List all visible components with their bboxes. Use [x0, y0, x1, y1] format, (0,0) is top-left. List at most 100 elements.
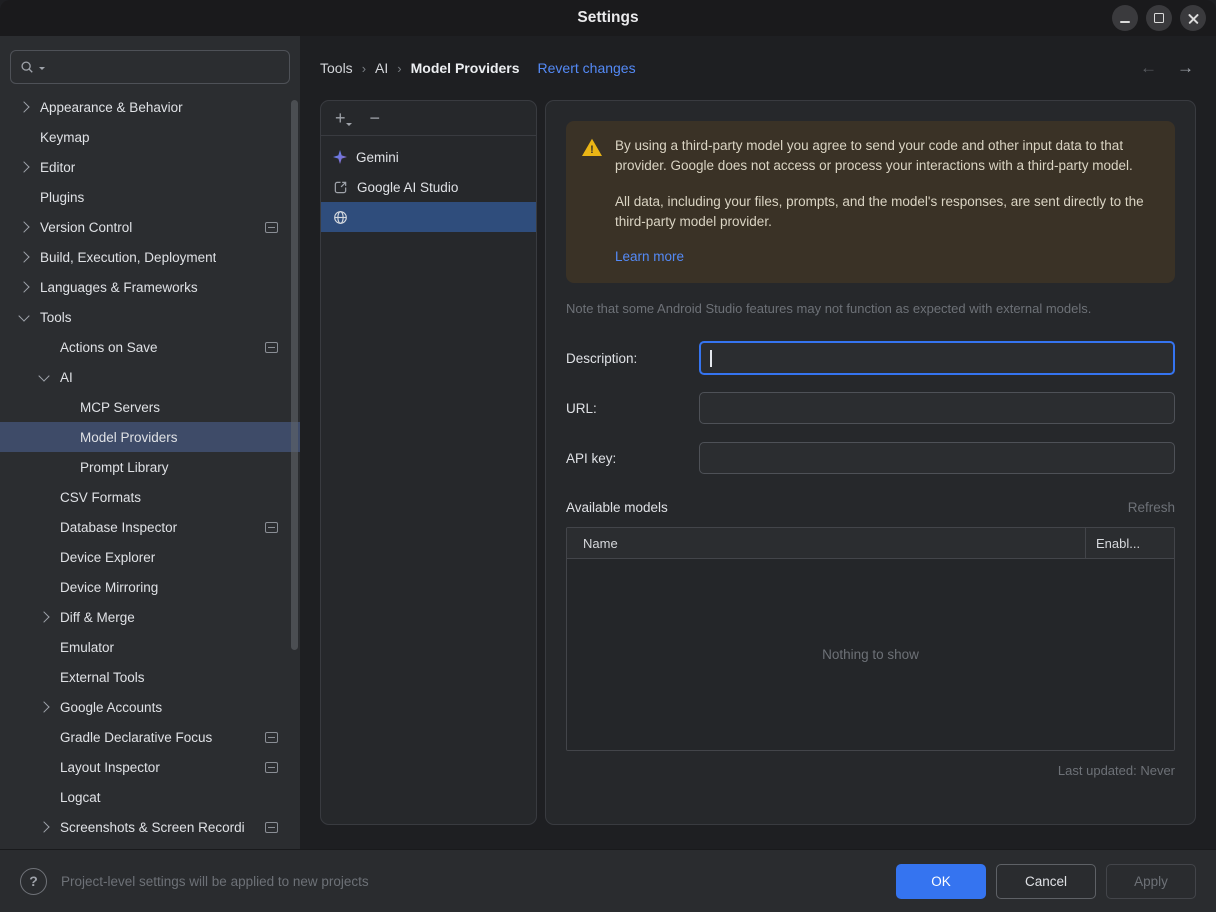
sidebar-item-device-mirroring[interactable]: Device Mirroring — [0, 572, 300, 602]
revert-changes-link[interactable]: Revert changes — [538, 60, 636, 76]
url-input[interactable] — [699, 392, 1175, 424]
sidebar-item-actions-on-save[interactable]: Actions on Save — [0, 332, 300, 362]
sidebar-item-csv-formats[interactable]: CSV Formats — [0, 482, 300, 512]
search-history-chevron-icon — [39, 67, 45, 70]
sidebar-item-device-explorer[interactable]: Device Explorer — [0, 542, 300, 572]
chevron-right-icon — [18, 251, 29, 262]
sidebar-item-model-providers[interactable]: Model Providers — [0, 422, 300, 452]
cancel-button[interactable]: Cancel — [996, 864, 1096, 899]
provider-detail-panel: By using a third-party model you agree t… — [545, 100, 1196, 825]
api-key-row: API key: — [566, 442, 1175, 474]
models-table-empty-state: Nothing to show — [567, 559, 1174, 750]
screen-settings-icon — [265, 822, 278, 833]
dialog-footer: ? Project-level settings will be applied… — [0, 849, 1216, 912]
minimize-button[interactable] — [1112, 5, 1138, 31]
sidebar-item-google-accounts[interactable]: Google Accounts — [0, 692, 300, 722]
window-controls — [1112, 5, 1206, 31]
chevron-down-icon — [18, 310, 29, 321]
screen-settings-icon — [265, 222, 278, 233]
text-caret — [710, 350, 712, 367]
back-icon[interactable]: ← — [1140, 58, 1157, 78]
titlebar: Settings — [0, 0, 1216, 36]
sidebar-item-version-control[interactable]: Version Control — [0, 212, 300, 242]
remove-provider-icon[interactable]: − — [370, 109, 381, 127]
sidebar-scrollbar[interactable] — [291, 100, 298, 650]
providers-toolbar: + − — [321, 101, 536, 136]
globe-icon — [333, 210, 348, 225]
content-area: + − Gemini Google AI Studio — [320, 100, 1196, 849]
settings-search-box[interactable] — [10, 50, 290, 84]
sidebar-item-diff-merge[interactable]: Diff & Merge — [0, 602, 300, 632]
breadcrumb-ai[interactable]: AI — [375, 60, 388, 76]
chevron-right-icon — [38, 821, 49, 832]
sidebar-item-tools[interactable]: Tools — [0, 302, 300, 332]
sidebar-item-languages-frameworks[interactable]: Languages & Frameworks — [0, 272, 300, 302]
search-icon — [20, 60, 34, 74]
sidebar-item-editor[interactable]: Editor — [0, 152, 300, 182]
api-key-label: API key: — [566, 451, 699, 466]
apply-button[interactable]: Apply — [1106, 864, 1196, 899]
last-updated-label: Last updated: Never — [566, 763, 1175, 778]
sidebar-item-screenshots-screen-recording[interactable]: Screenshots & Screen Recordi — [0, 812, 300, 842]
breadcrumb-separator-icon: › — [397, 61, 401, 76]
screen-settings-icon — [265, 342, 278, 353]
settings-search-input[interactable] — [50, 59, 280, 76]
maximize-button[interactable] — [1146, 5, 1172, 31]
breadcrumb-tools[interactable]: Tools — [320, 60, 353, 76]
sidebar-item-build-execution-deployment[interactable]: Build, Execution, Deployment — [0, 242, 300, 272]
maximize-icon — [1154, 13, 1164, 23]
sidebar-item-appearance-behavior[interactable]: Appearance & Behavior — [0, 92, 300, 122]
sidebar-item-gradle-declarative-focus[interactable]: Gradle Declarative Focus — [0, 722, 300, 752]
warning-paragraph-2: All data, including your files, prompts,… — [615, 192, 1159, 233]
chevron-right-icon — [18, 101, 29, 112]
models-table: Name Enabl... Nothing to show — [566, 527, 1175, 751]
sidebar-item-layout-inspector[interactable]: Layout Inspector — [0, 752, 300, 782]
forward-icon[interactable]: → — [1177, 58, 1194, 78]
ok-button[interactable]: OK — [896, 864, 986, 899]
history-nav: ← → — [1140, 58, 1196, 78]
warning-icon — [582, 138, 602, 156]
settings-tree: Appearance & Behavior Keymap Editor Plug… — [0, 84, 300, 849]
settings-sidebar: Appearance & Behavior Keymap Editor Plug… — [0, 36, 300, 849]
breadcrumb-separator-icon: › — [362, 61, 366, 76]
external-models-note: Note that some Android Studio features m… — [566, 301, 1175, 316]
description-row: Description: — [566, 342, 1175, 374]
sidebar-item-ai[interactable]: AI — [0, 362, 300, 392]
screen-settings-icon — [265, 762, 278, 773]
sidebar-item-mcp-servers[interactable]: MCP Servers — [0, 392, 300, 422]
url-row: URL: — [566, 392, 1175, 424]
column-header-name[interactable]: Name — [567, 528, 1085, 558]
chevron-right-icon — [38, 611, 49, 622]
close-button[interactable] — [1180, 5, 1206, 31]
warning-text: By using a third-party model you agree t… — [615, 136, 1159, 267]
add-provider-icon[interactable]: + — [335, 109, 346, 127]
sidebar-item-plugins[interactable]: Plugins — [0, 182, 300, 212]
main-area: Tools › AI › Model Providers Revert chan… — [300, 36, 1216, 849]
column-header-enabled[interactable]: Enabl... — [1085, 528, 1174, 558]
screen-settings-icon — [265, 522, 278, 533]
screen-settings-icon — [265, 732, 278, 743]
ai-studio-icon — [333, 180, 348, 195]
settings-window: Settings Appearance & Behavior Keymap Ed… — [0, 0, 1216, 912]
url-label: URL: — [566, 401, 699, 416]
api-key-input[interactable] — [699, 442, 1175, 474]
sidebar-item-external-tools[interactable]: External Tools — [0, 662, 300, 692]
chevron-down-icon — [38, 370, 49, 381]
sidebar-item-emulator[interactable]: Emulator — [0, 632, 300, 662]
window-title: Settings — [577, 9, 638, 27]
sidebar-item-database-inspector[interactable]: Database Inspector — [0, 512, 300, 542]
available-models-header: Available models Refresh — [566, 500, 1175, 515]
learn-more-link[interactable]: Learn more — [615, 247, 684, 267]
sidebar-item-keymap[interactable]: Keymap — [0, 122, 300, 152]
refresh-button[interactable]: Refresh — [1128, 500, 1175, 515]
project-level-note: Project-level settings will be applied t… — [61, 874, 369, 889]
provider-item-google-ai-studio[interactable]: Google AI Studio — [321, 172, 536, 202]
third-party-warning-banner: By using a third-party model you agree t… — [566, 121, 1175, 283]
provider-item-gemini[interactable]: Gemini — [321, 142, 536, 172]
close-icon — [1188, 13, 1199, 24]
sidebar-item-logcat[interactable]: Logcat — [0, 782, 300, 812]
provider-item-new[interactable] — [321, 202, 536, 232]
sidebar-item-prompt-library[interactable]: Prompt Library — [0, 452, 300, 482]
description-input[interactable] — [699, 341, 1175, 375]
help-button[interactable]: ? — [20, 868, 47, 895]
